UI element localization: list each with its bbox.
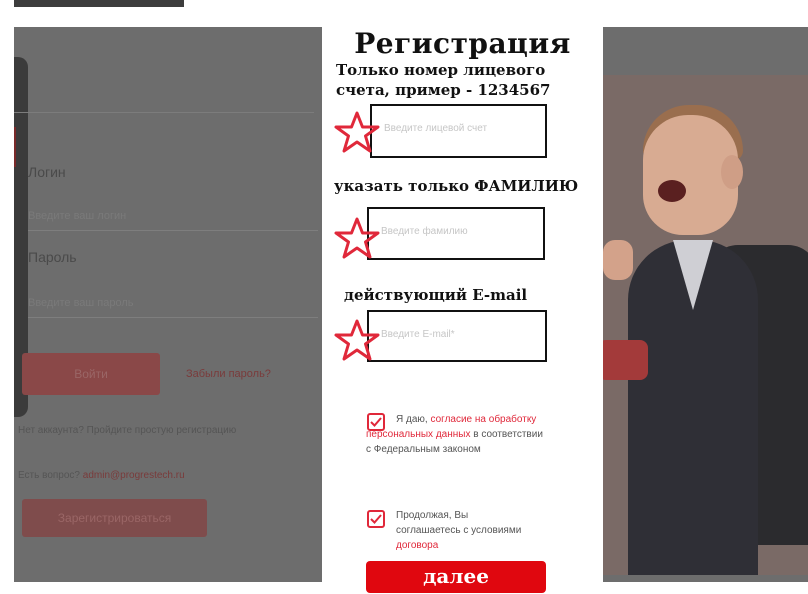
- header-divider: [14, 112, 314, 113]
- password-label: Пароль: [28, 249, 77, 265]
- question-email-link[interactable]: admin@progrestech.ru: [83, 470, 185, 481]
- surname-placeholder: Введите фамилию: [381, 226, 468, 237]
- surname-note: указать только ФАМИЛИЮ: [334, 177, 579, 195]
- terms-checkbox[interactable]: [367, 510, 385, 528]
- question-text: Есть вопрос? admin@progrestech.ru: [18, 470, 185, 481]
- next-button[interactable]: далее: [366, 561, 546, 593]
- password-input[interactable]: Введите ваш пароль: [28, 297, 134, 309]
- login-input-underline: [28, 230, 318, 231]
- surname-input[interactable]: Введите фамилию: [367, 207, 545, 260]
- terms-link[interactable]: договора: [396, 540, 438, 551]
- register-button[interactable]: Зарегистрироваться: [22, 499, 207, 537]
- login-input[interactable]: Введите ваш логин: [28, 210, 126, 222]
- no-account-text: Нет аккаунта? Пройдите простую регистрац…: [18, 425, 237, 436]
- star-icon: [334, 217, 380, 259]
- password-input-underline: [28, 317, 318, 318]
- login-button[interactable]: Войти: [22, 353, 160, 395]
- checkmark-icon: [370, 514, 382, 524]
- consent-text: Я даю, согласие на обработку персональны…: [366, 412, 546, 457]
- star-icon: [334, 319, 380, 361]
- boy-photo: [603, 75, 808, 575]
- account-placeholder: Введите лицевой счет: [384, 123, 488, 134]
- email-input[interactable]: Введите E-mail*: [367, 310, 547, 362]
- email-placeholder: Введите E-mail*: [381, 329, 455, 340]
- account-note: Только номер лицевого счета, пример - 12…: [336, 61, 551, 99]
- consent-prefix: Я даю,: [396, 414, 428, 425]
- registration-modal: Регистрация Только номер лицевого счета,…: [322, 27, 603, 594]
- question-prefix: Есть вопрос?: [18, 470, 80, 481]
- star-icon: [334, 111, 380, 153]
- email-note: действующий E-mail: [344, 286, 528, 304]
- terms-text: Продолжая, Вы соглашаетесь с условиями д…: [396, 508, 526, 553]
- modal-title: Регистрация: [354, 27, 571, 60]
- terms-prefix: Продолжая, Вы соглашаетесь с условиями: [396, 510, 522, 536]
- login-label: Логин: [28, 164, 66, 180]
- account-input[interactable]: Введите лицевой счет: [370, 104, 547, 158]
- forgot-password-link[interactable]: Забыли пароль?: [186, 368, 271, 380]
- top-dark-strip: [14, 0, 184, 7]
